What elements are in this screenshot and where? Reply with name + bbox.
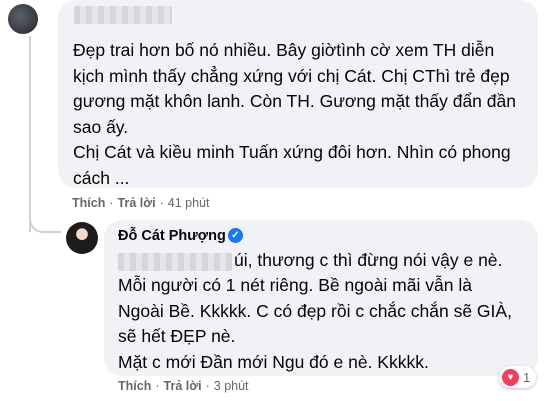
reaction-count: 1 (523, 369, 531, 385)
comment-actions: Thích · Trả lời · 41 phút (72, 196, 209, 210)
comment-time[interactable]: 41 phút (168, 196, 210, 210)
reply-author-avatar[interactable] (66, 222, 98, 254)
verified-badge-icon: ✓ (228, 228, 243, 243)
comment-text: Đẹp trai hơn bố nó nhiều. Bây giờtình cờ… (73, 40, 516, 188)
reaction-summary[interactable]: ♥ 1 (499, 366, 537, 388)
like-button[interactable]: Thích (72, 196, 105, 210)
redacted-commenter-name (74, 6, 172, 24)
reply-text-first-line: úi, thương c thì đừng nói vậy e nè. (234, 250, 503, 270)
reply-button[interactable]: Trả lời (164, 379, 202, 393)
redacted-mention (118, 253, 232, 271)
reply-actions: Thích · Trả lời · 3 phút (118, 379, 249, 393)
separator-dot: · (205, 379, 210, 393)
reply-text: Mỗi người có 1 nét riêng. Bề ngoài mãi v… (118, 275, 512, 372)
reply-button[interactable]: Trả lời (118, 196, 156, 210)
separator-dot: · (155, 379, 160, 393)
reply-author-name[interactable]: Đỗ Cát Phượng (118, 228, 226, 244)
thread-line (29, 36, 31, 232)
reply-time[interactable]: 3 phút (214, 379, 249, 393)
thread-connector (29, 205, 61, 233)
separator-dot: · (159, 196, 164, 210)
like-button[interactable]: Thích (118, 379, 151, 393)
commenter-avatar[interactable] (8, 4, 38, 34)
separator-dot: · (109, 196, 114, 210)
heart-icon: ♥ (502, 368, 519, 386)
